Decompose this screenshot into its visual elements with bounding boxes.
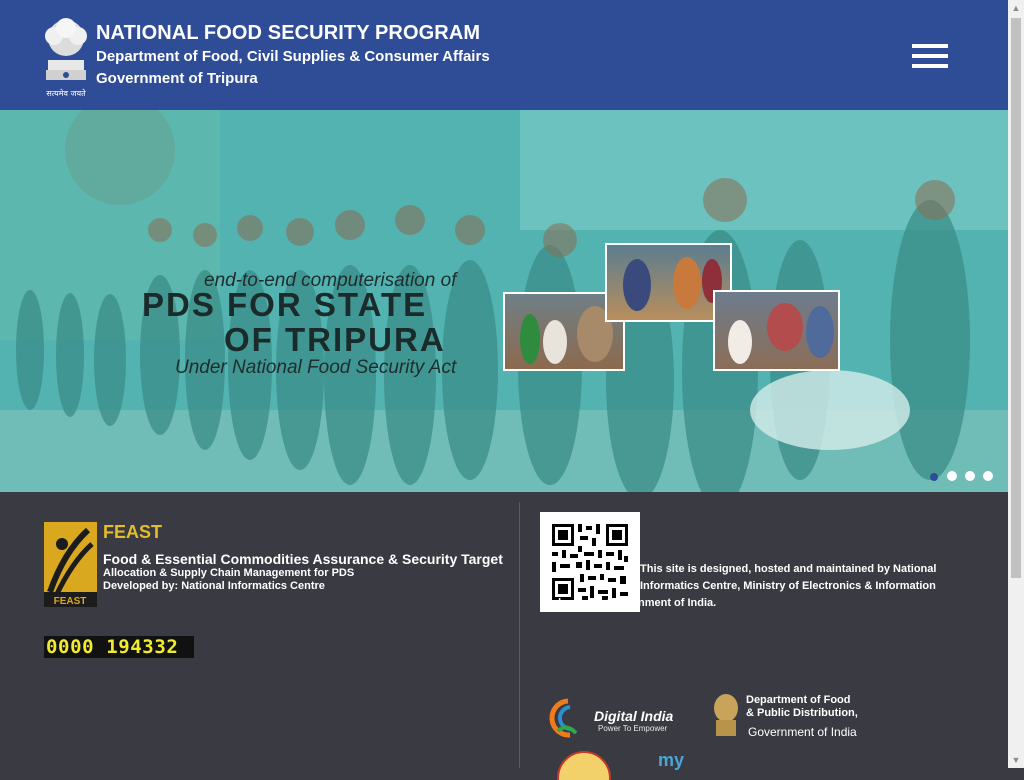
banner-thumbnail — [713, 290, 840, 371]
ashoka-emblem-icon: सत्यमेव जयते — [45, 18, 87, 98]
page-scrollbar[interactable]: ▲ ▼ — [1008, 0, 1024, 768]
feast-full-name: Food & Essential Commodities Assurance &… — [103, 551, 503, 567]
carousel-indicators — [930, 468, 1001, 486]
site-header: सत्यमेव जयते NATIONAL FOOD SECURITY PROG… — [0, 0, 1008, 110]
dfpd-title-line2[interactable]: & Public Distribution, — [746, 707, 858, 719]
scroll-down-arrow-icon[interactable]: ▼ — [1008, 752, 1024, 768]
credits-line-3: Technology, Government of India. — [540, 597, 717, 609]
footer-divider — [519, 502, 520, 768]
dfpd-government[interactable]: Government of India — [748, 725, 857, 739]
visitor-count: 0000 194332 — [46, 636, 179, 658]
site-credits: This site is designed, hosted and mainta… — [540, 561, 944, 612]
feast-logo-text: FEAST — [54, 596, 87, 607]
feast-logo[interactable]: FEAST — [44, 522, 97, 607]
visitor-counter: 0000 194332 — [44, 636, 194, 658]
banner-tagline: Under National Food Security Act — [175, 357, 457, 378]
digital-india-text: Digital India — [594, 708, 674, 724]
hero-carousel: end-to-end computerisation of PDS FOR ST… — [0, 110, 1008, 492]
carousel-dot-3[interactable] — [965, 471, 975, 481]
carousel-dot-2[interactable] — [947, 471, 957, 481]
government-name: Government of Tripura — [96, 70, 258, 87]
banner-headline-1: PDS FOR STATE — [142, 286, 428, 323]
scroll-up-arrow-icon[interactable]: ▲ — [1008, 0, 1024, 16]
dfpd-title-line1[interactable]: Department of Food — [746, 694, 851, 706]
credits-line-2: Informatics Centre, Ministry of Electron… — [640, 580, 936, 592]
scrollbar-thumb[interactable] — [1011, 18, 1021, 578]
feast-developer: Developed by: National Informatics Centr… — [103, 580, 325, 592]
digital-india-logo[interactable]: Digital India Power To Empower — [548, 693, 680, 739]
carousel-dot-4[interactable] — [983, 471, 993, 481]
emblem-caption: सत्यमेव जयते — [46, 88, 86, 98]
pds-portal-logo[interactable] — [557, 750, 611, 780]
feast-description: Allocation & Supply Chain Management for… — [103, 567, 355, 579]
banner-headline-2: OF TRIPURA — [224, 321, 446, 358]
hamburger-menu-icon[interactable] — [912, 44, 950, 74]
department-name: Department of Food, Civil Supplies & Con… — [96, 48, 490, 65]
feast-title: FEAST — [103, 522, 163, 542]
carousel-dot-1[interactable] — [930, 473, 938, 481]
digital-india-tagline: Power To Empower — [598, 724, 668, 733]
credits-line-1: This site is designed, hosted and mainta… — [640, 563, 937, 575]
site-title: NATIONAL FOOD SECURITY PROGRAM — [96, 22, 481, 44]
